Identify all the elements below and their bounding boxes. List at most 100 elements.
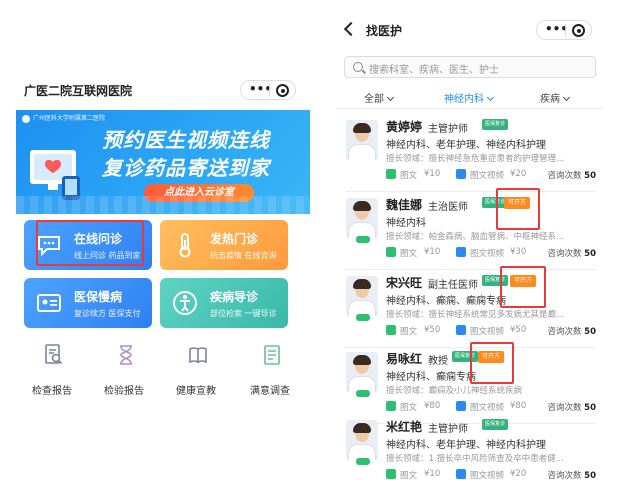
verified-badge bbox=[356, 458, 370, 465]
close-circle-icon[interactable] bbox=[572, 24, 585, 37]
miniprogram-capsule: ••• bbox=[240, 80, 296, 100]
chevron-down-icon bbox=[562, 93, 571, 102]
image-icon bbox=[386, 469, 396, 479]
doctor-title: 主治医师 bbox=[428, 202, 468, 213]
price-row: 图文 ¥50 图文视频 ¥50 咨询次数 50 bbox=[386, 324, 596, 338]
tile-subtitle: 部位检索 一键导诊 bbox=[210, 309, 277, 318]
right-phone-screen: 找医护 ••• 搜索科室、疾病、医生、护士 全部 神经内科 疾病 黄婷婷 主管护… bbox=[336, 16, 604, 480]
video-icon bbox=[456, 325, 466, 335]
chevron-down-icon bbox=[486, 93, 495, 102]
body-guide-icon bbox=[173, 291, 197, 315]
hourglass-icon bbox=[120, 345, 132, 365]
doctor-name: 宋兴旺 bbox=[386, 276, 423, 290]
quick-satisfaction-survey[interactable]: 满意调查 bbox=[238, 340, 302, 404]
price-row: 图文 ¥80 图文视频 ¥80 咨询次数 50 bbox=[386, 400, 596, 414]
video-icon bbox=[456, 401, 466, 411]
tile-subtitle: 复诊续方 医保支付 bbox=[74, 309, 141, 318]
insurance-tag: 医保复诊 bbox=[482, 419, 509, 430]
quick-label: 满意调查 bbox=[250, 386, 290, 397]
survey-icon bbox=[264, 345, 280, 365]
left-app-title: 广医二院互联网医院 bbox=[24, 84, 133, 98]
verified-badge bbox=[356, 236, 370, 243]
filter-divider bbox=[336, 108, 604, 109]
search-placeholder: 搜索科室、疾病、医生、护士 bbox=[369, 65, 499, 76]
search-icon bbox=[353, 62, 363, 72]
price-row: 图文 ¥10 图文视频 ¥20 咨询次数 50 bbox=[386, 468, 596, 480]
doctor-dept: 神经内科 bbox=[386, 218, 426, 229]
doctor-name: 米红艳 bbox=[386, 420, 423, 434]
left-header: 广医二院互联网医院 ••• bbox=[16, 76, 310, 106]
doctor-card[interactable]: 魏佳娜 主治医师 医保复诊 可开方 神经内科 擅长领域：帕金森病、脑血管病、中枢… bbox=[336, 192, 604, 270]
doctor-name: 易咏红 bbox=[386, 352, 423, 366]
tile-title: 发热门诊 bbox=[210, 232, 259, 246]
quick-label: 检查报告 bbox=[32, 386, 72, 397]
doctor-skill: 擅长领域：擅长神经系统常见多发病尤其是癫... bbox=[386, 310, 565, 320]
search-input[interactable]: 搜索科室、疾病、医生、护士 bbox=[344, 56, 596, 78]
banner-headline-1: 预约医生视频连线 bbox=[102, 128, 270, 152]
tile-title: 疾病导诊 bbox=[210, 290, 259, 304]
image-icon bbox=[386, 169, 396, 179]
promo-banner[interactable]: 广州医科大学附属第二医院 预约医生视频连线 复诊药品寄送到家 点此进入云诊室 bbox=[16, 110, 310, 214]
filter-all[interactable]: 全部 bbox=[364, 90, 395, 105]
right-page-title: 找医护 bbox=[366, 24, 403, 38]
price-row: 图文 ¥10 图文视频 ¥20 咨询次数 50 bbox=[386, 168, 596, 182]
back-arrow-icon[interactable] bbox=[343, 21, 359, 37]
doctor-title: 副主任医师 bbox=[428, 280, 478, 291]
tile-title: 医保慢病 bbox=[74, 290, 123, 304]
tile-subtitle: 抗击疫情 在线咨询 bbox=[210, 251, 277, 260]
chevron-down-icon bbox=[386, 93, 395, 102]
doctor-card[interactable]: 宋兴旺 副主任医师 医保复诊 可开方 神经内科、癫痫、癫痫专病 擅长领域：擅长神… bbox=[336, 270, 604, 348]
video-icon bbox=[456, 247, 466, 257]
doctor-card[interactable]: 黄婷婷 主管护师 医保复诊 神经内科、老年护理、神经内科护理 擅长领域：擅长神经… bbox=[336, 114, 604, 192]
doctor-skill: 擅长领域：癫痫及小儿神经系统疾病 bbox=[386, 386, 523, 396]
doctor-dept: 神经内科、癫痫专病 bbox=[386, 372, 476, 383]
book-icon bbox=[189, 347, 207, 364]
left-phone-screen: 广医二院互联网医院 ••• 广州医科大学附属第二医院 预约医生视频连线 复诊药品… bbox=[16, 76, 310, 408]
quick-label: 检验报告 bbox=[104, 386, 144, 397]
doctor-name: 黄婷婷 bbox=[386, 120, 423, 134]
video-icon bbox=[456, 469, 466, 479]
doctor-dept: 神经内科、老年护理、神经内科护理 bbox=[386, 140, 546, 151]
quick-label: 健康宣教 bbox=[176, 386, 216, 397]
avatar bbox=[346, 120, 378, 160]
doctor-dept: 神经内科、老年护理、神经内科护理 bbox=[386, 440, 546, 451]
price-row: 图文 ¥10 图文视频 ¥30 咨询次数 50 bbox=[386, 246, 596, 260]
quick-exam-report[interactable]: 检查报告 bbox=[20, 340, 84, 404]
id-card-icon bbox=[37, 294, 61, 312]
verified-badge bbox=[356, 390, 370, 397]
city-skyline bbox=[16, 196, 310, 214]
quick-health-edu[interactable]: 健康宣教 bbox=[164, 340, 228, 404]
miniprogram-capsule: ••• bbox=[536, 20, 592, 40]
doctor-skill: 擅长领域：1.擅长卒中风险筛查及卒中患者健... bbox=[386, 454, 564, 464]
highlight-box-online-consult bbox=[36, 220, 144, 266]
doctor-skill: 擅长领域：帕金森病、脑血管病、中枢神经系... bbox=[386, 232, 565, 242]
doctor-dept: 神经内科、癫痫、癫痫专病 bbox=[386, 296, 506, 307]
avatar bbox=[346, 276, 378, 316]
highlight-box-prescribe bbox=[496, 188, 540, 230]
doctor-title: 主管护师 bbox=[428, 124, 468, 135]
image-icon bbox=[386, 325, 396, 335]
verified-badge bbox=[356, 314, 370, 321]
avatar bbox=[346, 198, 378, 238]
doctor-card[interactable]: 米红艳 主管护师 医保复诊 神经内科、老年护理、神经内科护理 擅长领域：1.擅长… bbox=[336, 414, 604, 480]
close-circle-icon[interactable] bbox=[276, 84, 289, 97]
thermometer-icon bbox=[179, 233, 191, 258]
tile-chronic-insurance[interactable]: 医保慢病 复诊续方 医保支付 bbox=[24, 278, 152, 328]
doctor-skill: 擅长领域：擅长神经急危重症患者的护理管理... bbox=[386, 154, 565, 164]
image-icon bbox=[386, 247, 396, 257]
filter-neurology[interactable]: 神经内科 bbox=[444, 90, 495, 105]
banner-headline-2: 复诊药品寄送到家 bbox=[102, 156, 270, 180]
filter-disease[interactable]: 疾病 bbox=[540, 90, 571, 105]
image-icon bbox=[386, 401, 396, 411]
highlight-box-prescribe bbox=[500, 266, 546, 308]
quick-lab-report[interactable]: 检验报告 bbox=[92, 340, 156, 404]
highlight-box-prescribe bbox=[470, 342, 514, 384]
insurance-tag: 医保复诊 bbox=[482, 119, 509, 130]
tile-disease-guide[interactable]: 疾病导诊 部位检索 一键导诊 bbox=[160, 278, 288, 328]
avatar bbox=[346, 352, 378, 392]
tile-fever-clinic[interactable]: 发热门诊 抗击疫情 在线咨询 bbox=[160, 220, 288, 270]
avatar bbox=[346, 420, 378, 460]
video-icon bbox=[456, 169, 466, 179]
hospital-logo: 广州医科大学附属第二医院 bbox=[22, 113, 105, 123]
report-search-icon bbox=[45, 344, 63, 365]
